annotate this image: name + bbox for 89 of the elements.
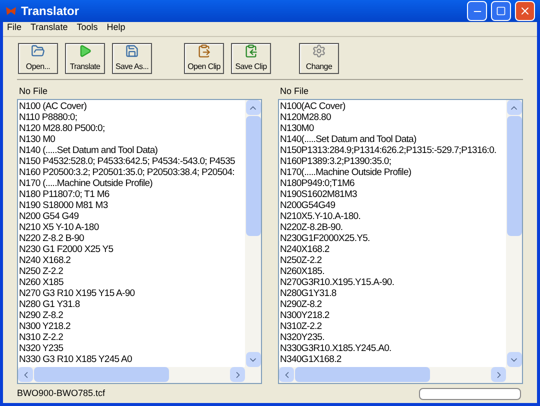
code-line: N140 (.....Set Datum and Tool Data) xyxy=(19,145,158,156)
folder-icon xyxy=(31,44,45,58)
close-button[interactable] xyxy=(515,1,535,21)
code-line: N120 M28.80 P500:0; xyxy=(19,123,105,134)
code-line: N290 Z-8.2 xyxy=(19,310,64,321)
code-line: N190 S18000 M81 M3 xyxy=(19,200,108,211)
text-area[interactable] xyxy=(17,99,262,384)
close-icon xyxy=(519,5,531,17)
code-line: N240 X168.2 xyxy=(19,255,71,266)
code-line: N160P1389:3.2;P1390:35.0; xyxy=(280,156,392,167)
menu-item[interactable]: Translate xyxy=(30,21,68,35)
scroll-down-button[interactable] xyxy=(506,352,522,367)
code-line: N270 G3 R10 X195 Y15 A-90 xyxy=(19,288,135,299)
code-line: N140(.....Set Datum and Tool Data) xyxy=(280,134,416,145)
code-line: N280 G1 Y31.8 xyxy=(19,299,80,310)
code-line: N320 Y235 xyxy=(19,343,64,354)
code-line: N310Z-2.2 xyxy=(280,321,322,332)
panel-label: No File xyxy=(280,85,310,98)
code-line: N150 P4532:528.0; P4533:642.5; P4534:-543.0; P4535 xyxy=(19,156,235,167)
code-line: N300 Y218.2 xyxy=(19,321,70,332)
scroll-up-button[interactable] xyxy=(246,100,260,115)
scroll-right-button[interactable] xyxy=(230,367,245,382)
status-file: BWO900-BWO785.tcf xyxy=(17,387,106,400)
code-line: N120M28.80 xyxy=(280,112,331,123)
menu-item[interactable]: Tools xyxy=(76,21,98,35)
code-line: N100 (AC Cover) xyxy=(19,101,87,112)
code-line: N280G1Y31.8 xyxy=(280,288,336,299)
play-icon xyxy=(78,44,92,58)
gear-icon xyxy=(312,44,326,58)
code-line: N220 Z-8.2 B-90 xyxy=(19,233,84,244)
vertical-scrollbar[interactable] xyxy=(506,100,522,367)
toolbar-button[interactable]: Translate xyxy=(65,43,105,74)
code-line: N160 P20500:3.2; P20501:35.0; P20503:38.4; P20504: xyxy=(19,167,234,178)
code-line: N200G54G49 xyxy=(280,200,336,211)
toolbar-button[interactable]: Open... xyxy=(18,43,58,74)
code-line: N170 (.....Machine Outside Profile) xyxy=(19,178,152,189)
app-icon xyxy=(5,5,17,17)
menu-item[interactable]: Help xyxy=(106,21,126,35)
code-line: N100(AC Cover) xyxy=(280,101,346,112)
code-line: N250 Z-2.2 xyxy=(19,266,64,277)
scroll-thumb[interactable] xyxy=(506,116,522,236)
code-line: N240X168.2 xyxy=(280,244,330,255)
vertical-scrollbar[interactable] xyxy=(245,100,261,367)
scroll-up-button[interactable] xyxy=(506,100,522,115)
scroll-right-button[interactable] xyxy=(491,367,506,382)
panel-label: No File xyxy=(19,85,49,98)
code-line: N230G1F2000X25.Y5. xyxy=(280,233,370,244)
code-line: N170(.....Machine Outside Profile) xyxy=(280,167,412,178)
scroll-left-button[interactable] xyxy=(18,367,33,382)
code-line: N210X5.Y-10.A-180. xyxy=(280,211,360,222)
code-line: N270G3R10.X195.Y15.A-90. xyxy=(280,277,394,288)
code-line: N190S1602M81M3 xyxy=(280,189,357,200)
code-line: N310 Z-2.2 xyxy=(19,332,64,343)
code-line: N320Y235. xyxy=(280,332,324,343)
code-line: N340G1X168.2 xyxy=(280,354,342,365)
code-line: N200 G54 G49 xyxy=(19,211,79,222)
code-line: N110 P8880:0; xyxy=(19,112,78,123)
scroll-left-button[interactable] xyxy=(279,367,294,382)
toolbar-button[interactable]: Open Clip xyxy=(184,43,224,74)
text-area[interactable] xyxy=(278,99,523,384)
code-line: N180P949:0;T1M6 xyxy=(280,178,354,189)
maximize-button[interactable] xyxy=(491,1,511,21)
code-line: N260 X185 xyxy=(19,277,64,288)
window-title: Translator xyxy=(21,3,80,20)
code-line: N290Z-8.2 xyxy=(280,299,322,310)
code-line: N330G3R10.X185.Y245.A0. xyxy=(280,343,392,354)
code-line: N260X185. xyxy=(280,266,324,277)
code-line: N250Z-2.2 xyxy=(280,255,322,266)
clipboard-icon xyxy=(197,44,211,58)
toolbar-button[interactable]: Save Clip xyxy=(231,43,271,74)
code-line: N300Y218.2 xyxy=(280,310,330,321)
maximize-icon xyxy=(496,6,506,16)
code-line: N180 P11807:0; T1 M6 xyxy=(19,189,110,200)
menu-item[interactable]: File xyxy=(7,21,22,35)
code-line: N150P1313:284.9;P1314:626.2;P1315:-529.7;P1316:0. xyxy=(280,145,496,156)
code-line: N210 X5 Y-10 A-180 xyxy=(19,222,99,233)
toolbar-button[interactable]: Change xyxy=(299,43,339,74)
scroll-thumb[interactable] xyxy=(34,367,169,382)
scroll-thumb[interactable] xyxy=(246,116,260,236)
scroll-down-button[interactable] xyxy=(246,352,260,367)
code-line: N330 G3 R10 X185 Y245 A0 xyxy=(19,354,132,365)
minimize-button[interactable] xyxy=(467,1,487,21)
code-line: N230 G1 F2000 X25 Y5 xyxy=(19,244,114,255)
toolbar-button[interactable]: Save As... xyxy=(112,43,152,74)
scroll-thumb[interactable] xyxy=(295,367,430,382)
code-line: N220Z-8.2B-90. xyxy=(280,222,343,233)
code-line: N130 M0 xyxy=(19,134,56,145)
code-line: N130M0 xyxy=(280,123,314,134)
clipboard-icon xyxy=(244,44,258,58)
